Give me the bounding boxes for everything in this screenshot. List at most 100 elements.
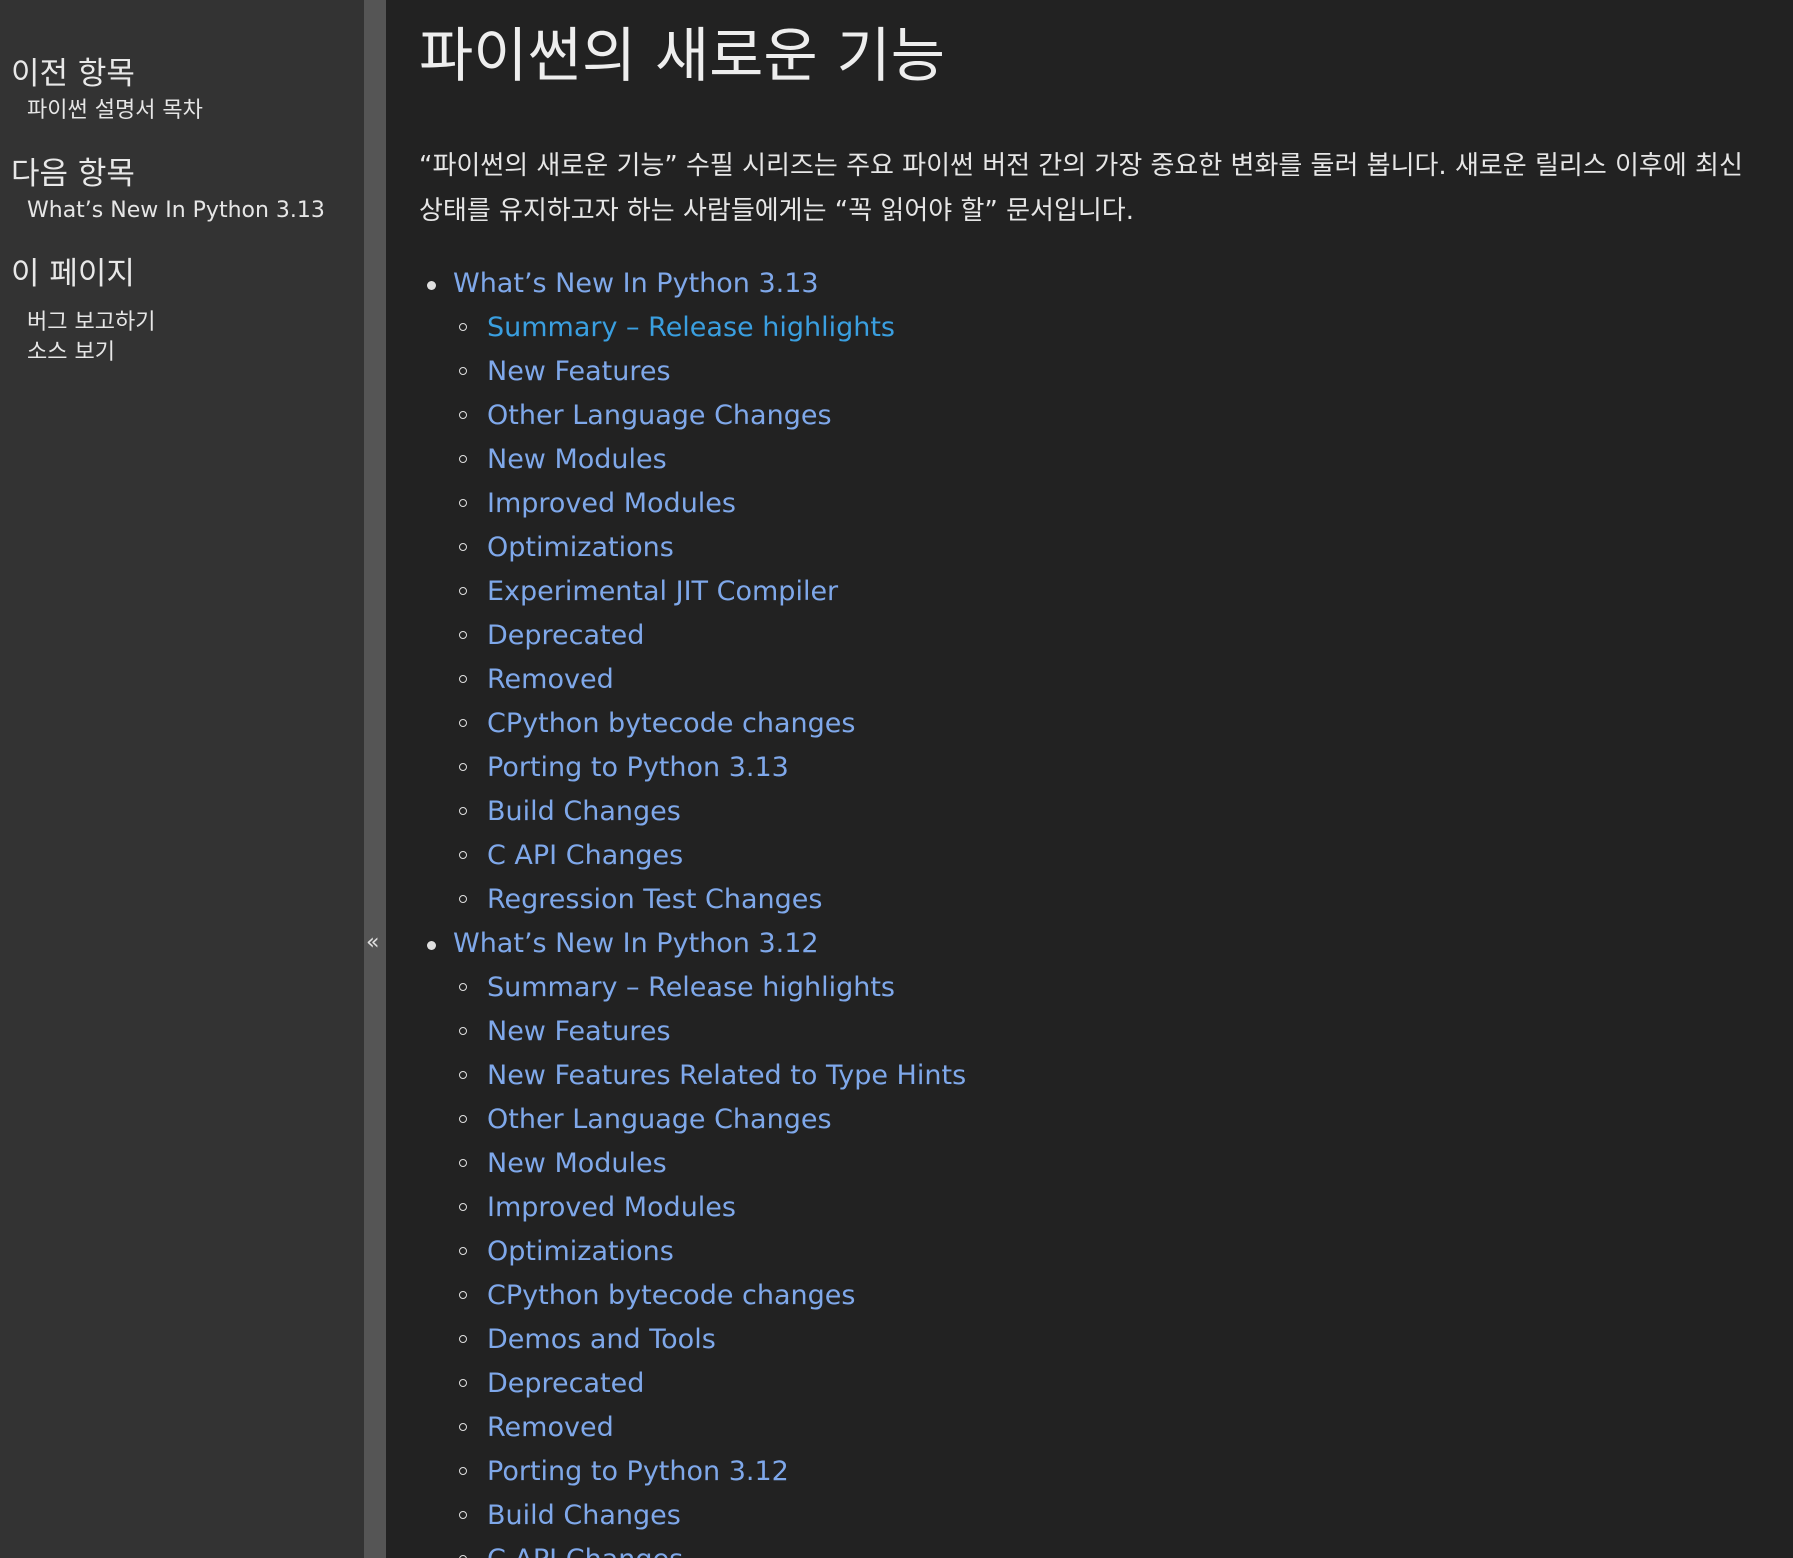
toc-list: What’s New In Python 3.13 Summary – Relea…: [419, 262, 1773, 1558]
sidebar-collapse-button[interactable]: «: [364, 0, 386, 1558]
sidebar-this-page-section: 이 페이지 버그 보고하기 소스 보기: [11, 252, 364, 368]
bullet-circle-icon: [459, 719, 467, 727]
toc-item: Other Language Changes: [419, 1098, 1773, 1142]
toc-item: Improved Modules: [419, 1186, 1773, 1230]
toc-item-link[interactable]: C API Changes: [487, 1544, 683, 1558]
bullet-circle-icon: [459, 1467, 467, 1475]
toc-item-link[interactable]: Other Language Changes: [487, 1104, 832, 1135]
bullet-circle-icon: [459, 631, 467, 639]
view-source-link[interactable]: 소스 보기: [11, 338, 364, 368]
toc-item-link[interactable]: Deprecated: [487, 1368, 644, 1399]
toc-item-link[interactable]: Summary – Release highlights: [487, 312, 895, 343]
bullet-circle-icon: [459, 763, 467, 771]
bullet-disc-icon: [427, 941, 436, 950]
toc-item: Improved Modules: [419, 482, 1773, 526]
toc-item: Demos and Tools: [419, 1318, 1773, 1362]
toc-item-link[interactable]: Removed: [487, 1412, 614, 1443]
toc-item-link[interactable]: Other Language Changes: [487, 400, 832, 431]
toc-item-link[interactable]: Deprecated: [487, 620, 644, 651]
toc-item: New Features: [419, 350, 1773, 394]
sidebar-prev-link[interactable]: 파이썬 설명서 목차: [11, 96, 364, 126]
intro-paragraph: “파이썬의 새로운 기능” 수필 시리즈는 주요 파이썬 버전 간의 가장 중요…: [419, 151, 1743, 226]
toc-item-link[interactable]: Porting to Python 3.13: [487, 752, 789, 783]
sidebar-next-section: 다음 항목 What’s New In Python 3.13: [11, 152, 364, 226]
toc-item: New Features Related to Type Hints: [419, 1054, 1773, 1098]
toc-item: Deprecated: [419, 1362, 1773, 1406]
toc-item: New Features: [419, 1010, 1773, 1054]
toc-item: Deprecated: [419, 614, 1773, 658]
bullet-circle-icon: [459, 983, 467, 991]
bullet-circle-icon: [459, 1335, 467, 1343]
toc-item-link[interactable]: New Features Related to Type Hints: [487, 1060, 966, 1091]
toc-section-row: What’s New In Python 3.13: [419, 262, 1773, 306]
toc-item: Optimizations: [419, 1230, 1773, 1274]
bullet-circle-icon: [459, 587, 467, 595]
toc-item-link[interactable]: Demos and Tools: [487, 1324, 716, 1355]
bullet-circle-icon: [459, 1291, 467, 1299]
page-title: 파이썬의 새로운 기능: [419, 21, 946, 90]
sidebar-prev-heading: 이전 항목: [11, 56, 135, 92]
bullet-disc-icon: [427, 281, 436, 290]
toc-item: Build Changes: [419, 790, 1773, 834]
toc-item-link[interactable]: New Modules: [487, 1148, 667, 1179]
bullet-circle-icon: [459, 1203, 467, 1211]
toc-item-link[interactable]: New Modules: [487, 444, 667, 475]
sidebar-this-page-heading: 이 페이지: [11, 256, 135, 292]
toc-item: Removed: [419, 658, 1773, 702]
toc-item-link[interactable]: Build Changes: [487, 796, 681, 827]
toc-item: Summary – Release highlights: [419, 306, 1773, 350]
toc-item-link[interactable]: CPython bytecode changes: [487, 708, 855, 739]
toc-section: What’s New In Python 3.13 Summary – Relea…: [419, 262, 1773, 922]
toc-item-link[interactable]: CPython bytecode changes: [487, 1280, 855, 1311]
bullet-circle-icon: [459, 851, 467, 859]
toc-item: Build Changes: [419, 1494, 1773, 1538]
bullet-circle-icon: [459, 675, 467, 683]
toc-item-link[interactable]: New Features: [487, 1016, 671, 1047]
bullet-circle-icon: [459, 411, 467, 419]
toc-section-row: What’s New In Python 3.12: [419, 922, 1773, 966]
bullet-circle-icon: [459, 1247, 467, 1255]
toc-item: Optimizations: [419, 526, 1773, 570]
toc-item: Porting to Python 3.13: [419, 746, 1773, 790]
sidebar-next-link[interactable]: What’s New In Python 3.13: [11, 196, 364, 226]
bullet-circle-icon: [459, 1071, 467, 1079]
bullet-circle-icon: [459, 807, 467, 815]
bullet-circle-icon: [459, 543, 467, 551]
report-bug-link[interactable]: 버그 보고하기: [11, 308, 364, 338]
sidebar: 이전 항목 파이썬 설명서 목차 다음 항목 What’s New In Pyt…: [0, 0, 364, 1558]
toc-item-link[interactable]: Experimental JIT Compiler: [487, 576, 838, 607]
toc-item-link[interactable]: Porting to Python 3.12: [487, 1456, 789, 1487]
sidebar-prev-section: 이전 항목 파이썬 설명서 목차: [11, 52, 364, 126]
toc-item-link[interactable]: Optimizations: [487, 1236, 674, 1267]
bullet-circle-icon: [459, 1511, 467, 1519]
toc-item-link[interactable]: Build Changes: [487, 1500, 681, 1531]
toc-item: Experimental JIT Compiler: [419, 570, 1773, 614]
toc-item-link[interactable]: Improved Modules: [487, 488, 736, 519]
bullet-circle-icon: [459, 1423, 467, 1431]
toc-item: C API Changes: [419, 834, 1773, 878]
toc-section: What’s New In Python 3.12 Summary – Relea…: [419, 922, 1773, 1558]
main-content: 파이썬의 새로운 기능 “파이썬의 새로운 기능” 수필 시리즈는 주요 파이썬…: [386, 0, 1793, 1558]
toc-item: C API Changes: [419, 1538, 1773, 1558]
toc-item-link[interactable]: New Features: [487, 356, 671, 387]
toc-item-link[interactable]: Optimizations: [487, 532, 674, 563]
toc-section-link[interactable]: What’s New In Python 3.12: [453, 928, 819, 959]
bullet-circle-icon: [459, 455, 467, 463]
sidebar-next-heading: 다음 항목: [11, 156, 135, 192]
toc-item-link[interactable]: Removed: [487, 664, 614, 695]
collapse-chevron-icon: «: [366, 930, 380, 955]
toc-item-link[interactable]: C API Changes: [487, 840, 683, 871]
toc-item-link[interactable]: Improved Modules: [487, 1192, 736, 1223]
toc-item: Regression Test Changes: [419, 878, 1773, 922]
toc-item-link[interactable]: Regression Test Changes: [487, 884, 822, 915]
bullet-circle-icon: [459, 895, 467, 903]
toc-item-link[interactable]: Summary – Release highlights: [487, 972, 895, 1003]
toc-item: Removed: [419, 1406, 1773, 1450]
bullet-circle-icon: [459, 323, 467, 331]
toc-item: CPython bytecode changes: [419, 702, 1773, 746]
bullet-circle-icon: [459, 1115, 467, 1123]
page: 이전 항목 파이썬 설명서 목차 다음 항목 What’s New In Pyt…: [0, 0, 1793, 1558]
toc-item: New Modules: [419, 1142, 1773, 1186]
bullet-circle-icon: [459, 367, 467, 375]
toc-section-link[interactable]: What’s New In Python 3.13: [453, 268, 819, 299]
